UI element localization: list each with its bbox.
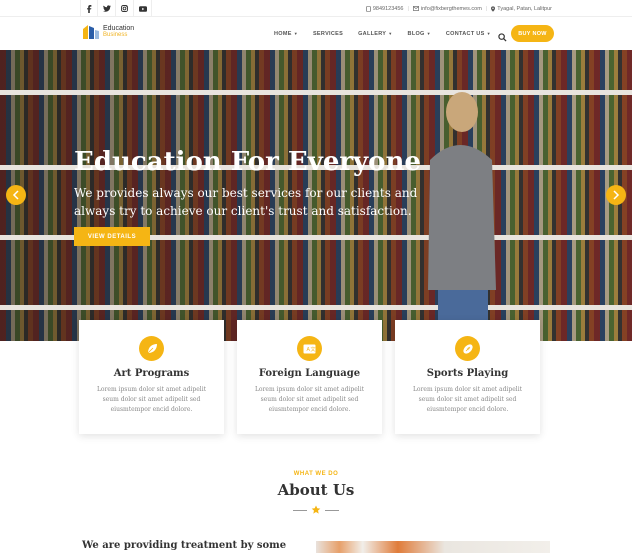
buy-now-button[interactable]: BUY NOW xyxy=(511,25,554,42)
phone-number: 9849123456 xyxy=(372,5,404,12)
card-title: Sports Playing xyxy=(426,368,509,379)
chevron-down-icon: ▼ xyxy=(426,31,431,36)
social-links xyxy=(80,0,152,17)
about-heading-text: We are providing treatment by some xyxy=(82,540,287,551)
divider-line xyxy=(325,509,339,511)
location-item: Tyagal, Patan, Lalitpur xyxy=(491,6,552,12)
instagram-icon[interactable] xyxy=(116,0,134,17)
language-icon: A文 xyxy=(297,336,322,361)
svg-text:文: 文 xyxy=(311,346,316,353)
location-text: Tyagal, Patan, Lalitpur xyxy=(497,5,552,12)
youtube-icon[interactable] xyxy=(134,0,152,17)
chevron-left-icon xyxy=(12,190,19,200)
title-divider xyxy=(293,505,339,515)
contact-info: 9849123456 | info@fixbergthemes.com | Ty… xyxy=(366,0,552,17)
logo[interactable]: Education Business xyxy=(82,23,134,41)
student-figure xyxy=(428,92,496,341)
search-icon[interactable] xyxy=(498,29,507,42)
chevron-down-icon: ▼ xyxy=(486,31,491,36)
nav-contact-us[interactable]: CONTACT US ▼ xyxy=(446,31,491,37)
card-description: Lorem ipsum dolor sit amet adipelit seum… xyxy=(412,386,523,413)
nav-blog[interactable]: BLOG ▼ xyxy=(408,31,431,37)
leaf-icon xyxy=(139,336,164,361)
email-icon xyxy=(412,6,419,11)
nav-gallery[interactable]: GALLERY ▼ xyxy=(358,31,392,37)
hero-subtitle: We provides always our best services for… xyxy=(74,186,418,218)
card-description: Lorem ipsum dolor sit amet adipelit seum… xyxy=(254,386,365,413)
shelf-divider xyxy=(0,90,632,95)
chevron-right-icon xyxy=(613,190,620,200)
separator: | xyxy=(485,5,488,12)
email-item[interactable]: info@fixbergthemes.com xyxy=(412,5,482,12)
logo-building-icon xyxy=(83,25,99,39)
phone-item[interactable]: 9849123456 xyxy=(366,5,404,12)
hero-banner: Education For Everyone We provides alway… xyxy=(0,50,632,341)
feature-card-language[interactable]: A文 Foreign Language Lorem ipsum dolor si… xyxy=(237,320,382,434)
header: Education Business HOME ▼ SERVICES GALLER… xyxy=(0,17,632,50)
card-description: Lorem ipsum dolor sit amet adipelit seum… xyxy=(96,386,207,413)
slider-next-button[interactable] xyxy=(606,185,626,205)
logo-text: Education Business xyxy=(103,25,134,39)
top-bar: 9849123456 | info@fixbergthemes.com | Ty… xyxy=(0,0,632,17)
chevron-down-icon: ▼ xyxy=(388,31,393,36)
card-title: Foreign Language xyxy=(258,368,361,379)
star-icon xyxy=(311,505,321,514)
football-icon xyxy=(455,336,480,361)
facebook-icon[interactable] xyxy=(80,0,98,17)
nav-label: SERVICES xyxy=(312,30,344,37)
hero-title: Education For Everyone xyxy=(74,147,421,177)
feature-card-art[interactable]: Art Programs Lorem ipsum dolor sit amet … xyxy=(79,320,224,434)
nav-label: BLOG xyxy=(407,30,425,37)
separator: | xyxy=(407,5,409,12)
slider-prev-button[interactable] xyxy=(6,185,26,205)
nav-home[interactable]: HOME ▼ xyxy=(274,31,298,37)
main-nav: HOME ▼ SERVICES GALLERY ▼ BLOG ▼ CONTACT US… xyxy=(274,17,491,50)
nav-label: GALLERY xyxy=(358,30,387,37)
nav-label: HOME xyxy=(274,30,292,37)
card-title: Art Programs xyxy=(113,368,190,379)
divider-line xyxy=(293,509,307,511)
chevron-down-icon: ▼ xyxy=(293,31,298,36)
feature-card-sports[interactable]: Sports Playing Lorem ipsum dolor sit ame… xyxy=(395,320,540,434)
nav-services[interactable]: SERVICES xyxy=(313,31,343,37)
twitter-icon[interactable] xyxy=(98,0,116,17)
about-title: About Us xyxy=(277,481,355,499)
email-address: info@fixbergthemes.com xyxy=(420,5,482,12)
nav-label: CONTACT US xyxy=(445,30,485,37)
phone-icon xyxy=(366,5,371,12)
shelf-divider xyxy=(0,305,632,310)
map-pin-icon xyxy=(491,5,496,12)
logo-line-1: Education xyxy=(103,25,135,32)
view-details-button[interactable]: VIEW DETAILS xyxy=(74,227,150,246)
logo-line-2: Business xyxy=(103,32,128,38)
about-eyebrow: WHAT WE DO xyxy=(293,471,339,477)
about-image xyxy=(316,541,550,553)
